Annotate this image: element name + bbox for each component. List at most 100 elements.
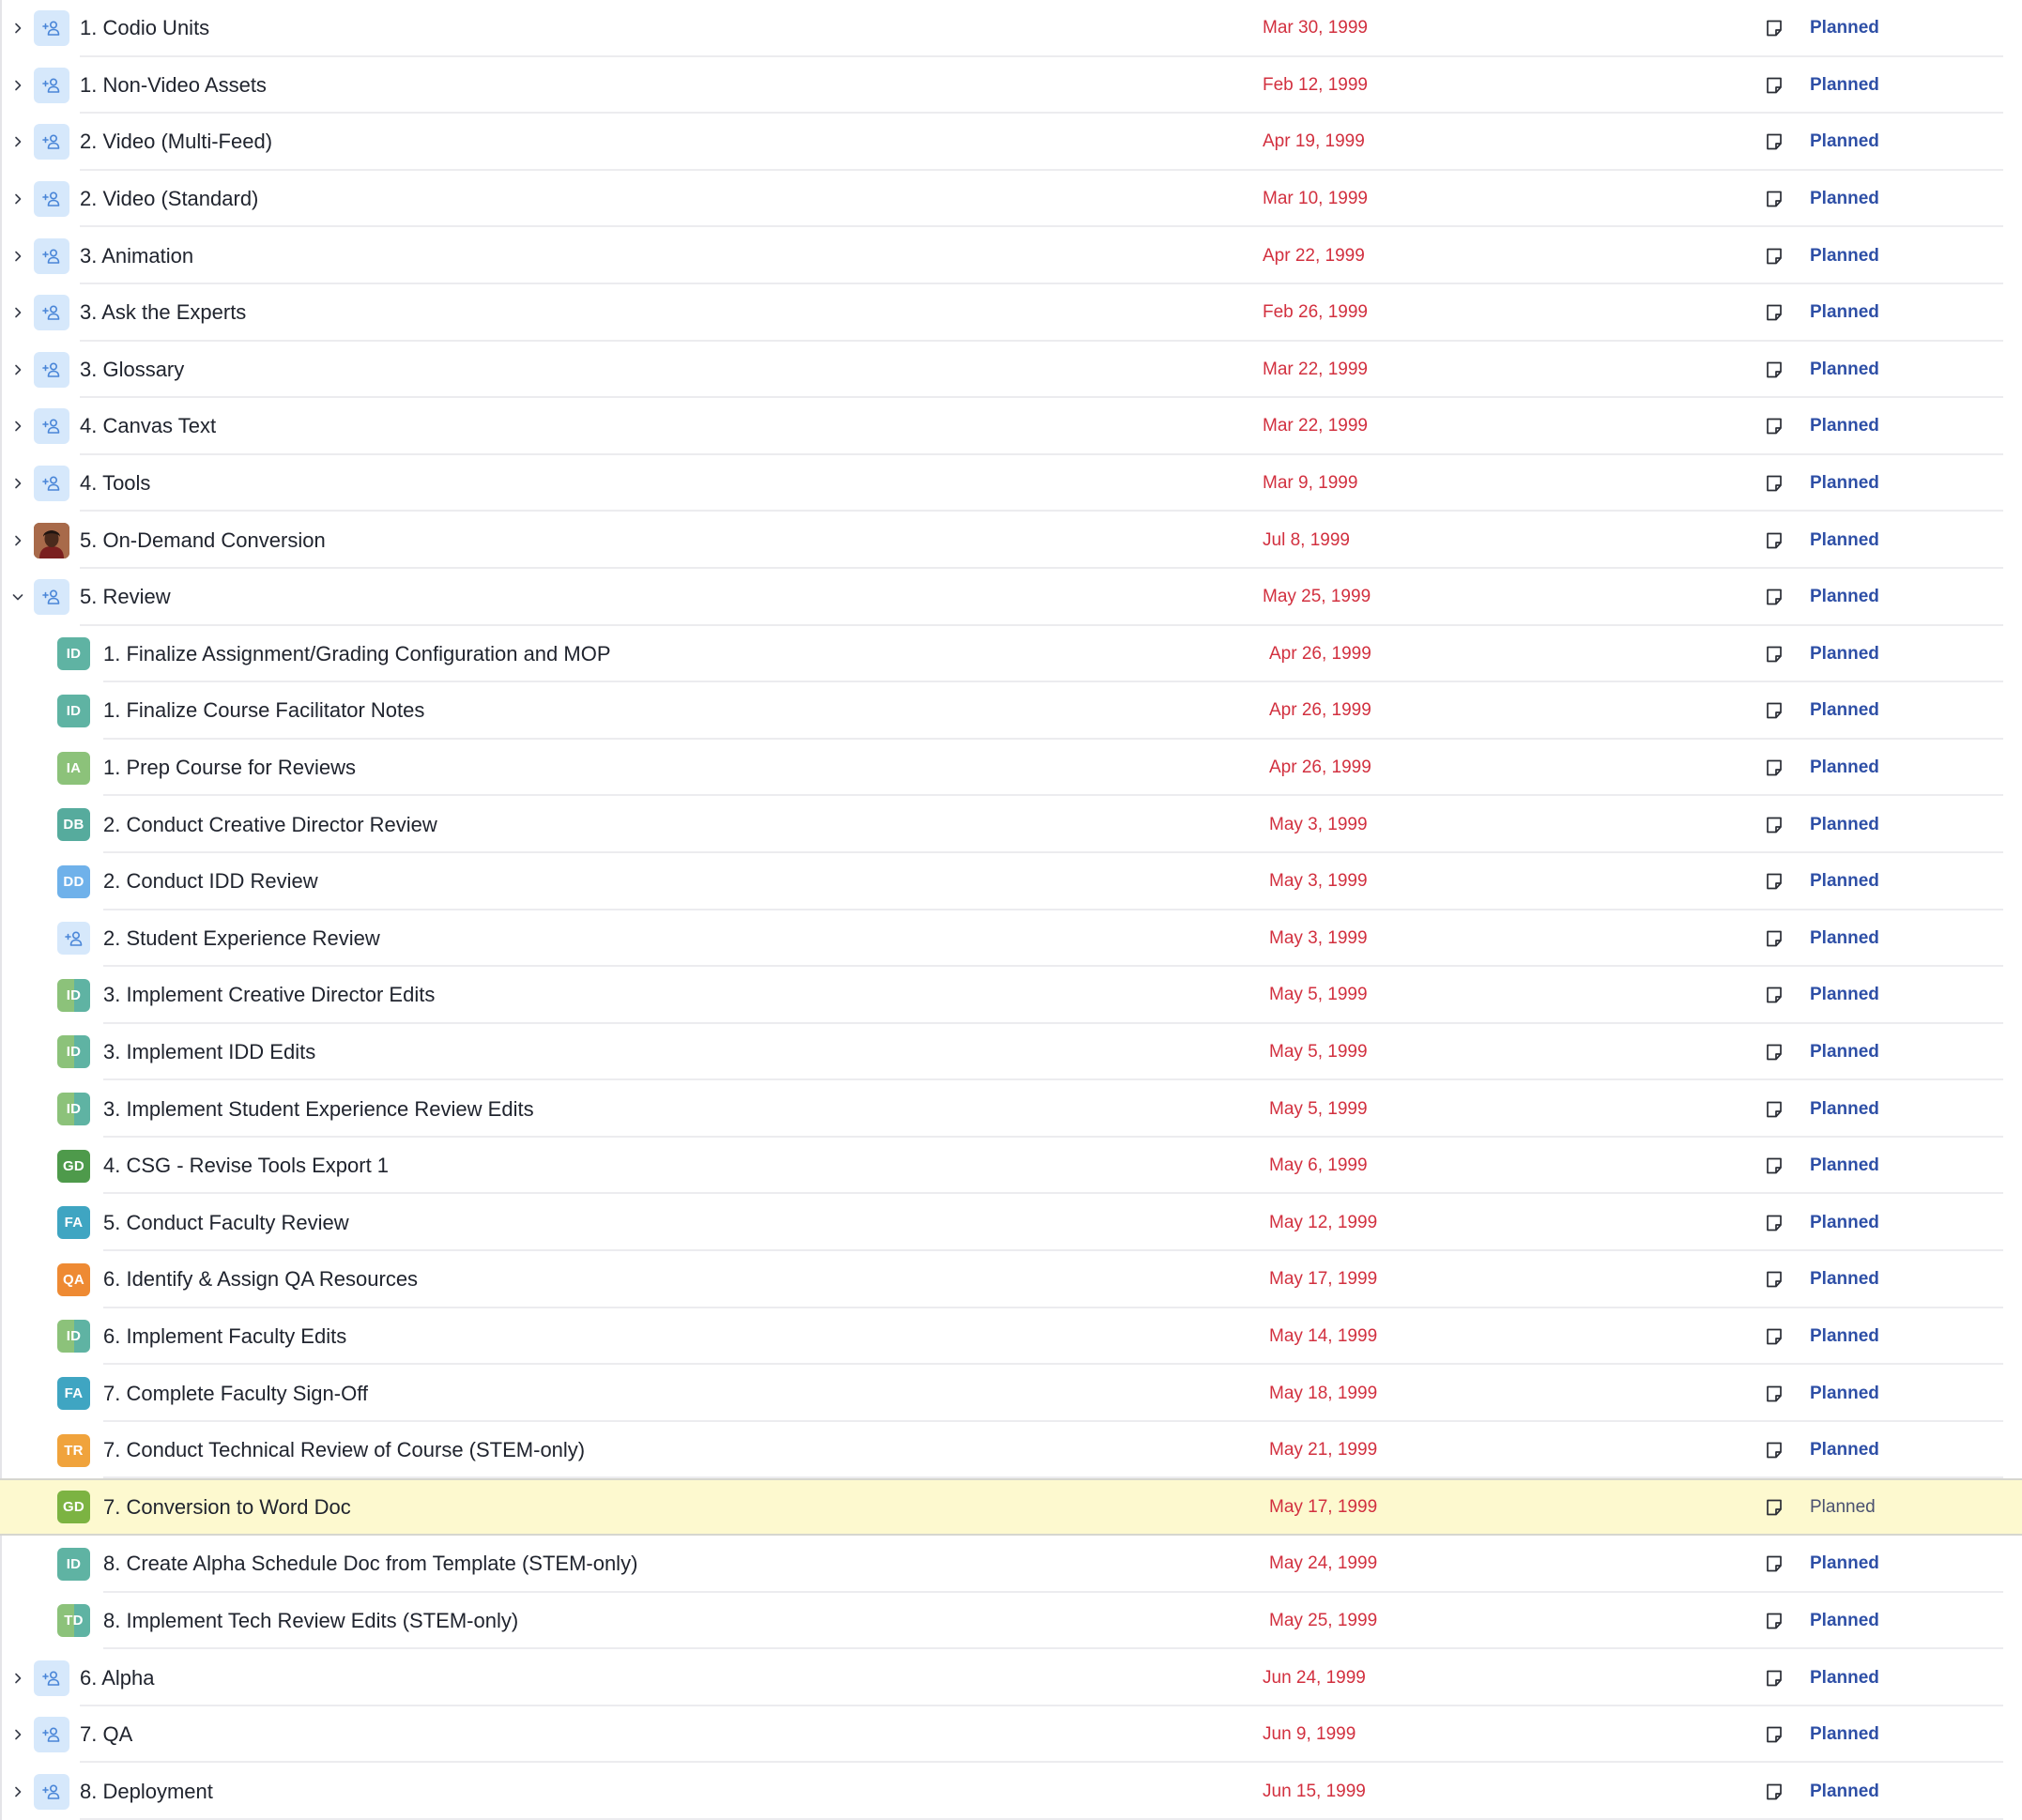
task-name[interactable]: 1. Non-Video Assets bbox=[80, 73, 267, 98]
due-date[interactable]: Apr 26, 1999 bbox=[1269, 700, 1371, 721]
task-row[interactable]: 5. On-Demand Conversion Jul 8, 1999 Planne… bbox=[0, 512, 2022, 569]
status-badge[interactable]: Planned bbox=[1810, 1724, 1879, 1745]
status-badge[interactable]: Planned bbox=[1810, 871, 1879, 892]
due-date[interactable]: Jul 8, 1999 bbox=[1263, 530, 1350, 551]
subtask-row[interactable]: ID 3. Implement Student Experience Review… bbox=[0, 1080, 2022, 1138]
status-badge[interactable]: Planned bbox=[1810, 644, 1879, 665]
avatar-group[interactable]: ID bbox=[57, 1320, 90, 1354]
status-badge[interactable]: Planned bbox=[1810, 1611, 1879, 1631]
subtask-row[interactable]: TD 8. Implement Tech Review Edits (STEM-o… bbox=[0, 1593, 2022, 1650]
note-icon[interactable] bbox=[1763, 757, 1785, 779]
note-icon[interactable] bbox=[1763, 17, 1785, 39]
status-badge[interactable]: Planned bbox=[1810, 757, 1879, 778]
task-name[interactable]: 1. Codio Units bbox=[80, 16, 209, 40]
note-icon[interactable] bbox=[1763, 1439, 1785, 1461]
subtask-row[interactable]: QA 6. Identify & Assign QA Resources May 1… bbox=[0, 1251, 2022, 1308]
note-icon[interactable] bbox=[1763, 359, 1785, 381]
task-name[interactable]: 3. Glossary bbox=[80, 358, 184, 382]
task-name[interactable]: 7. Complete Faculty Sign-Off bbox=[103, 1382, 368, 1406]
note-icon[interactable] bbox=[1763, 1325, 1785, 1348]
due-date[interactable]: Apr 26, 1999 bbox=[1269, 644, 1371, 665]
chevron-down-icon[interactable] bbox=[10, 589, 25, 604]
note-icon[interactable] bbox=[1763, 586, 1785, 608]
task-name[interactable]: 4. CSG - Revise Tools Export 1 bbox=[103, 1154, 389, 1178]
task-name[interactable]: 2. Video (Multi-Feed) bbox=[80, 130, 272, 154]
task-name[interactable]: 6. Implement Faculty Edits bbox=[103, 1324, 346, 1349]
due-date[interactable]: May 17, 1999 bbox=[1269, 1269, 1377, 1290]
status-badge[interactable]: Planned bbox=[1810, 1155, 1879, 1176]
task-name[interactable]: 7. Conversion to Word Doc bbox=[103, 1495, 351, 1520]
status-badge[interactable]: Planned bbox=[1810, 18, 1879, 38]
note-icon[interactable] bbox=[1763, 188, 1785, 210]
chevron-right-icon[interactable] bbox=[10, 21, 25, 36]
due-date[interactable]: Apr 22, 1999 bbox=[1263, 246, 1365, 267]
subtask-row[interactable]: FA 5. Conduct Faculty Review May 12, 1999 P… bbox=[0, 1194, 2022, 1251]
avatar[interactable]: ID bbox=[57, 637, 90, 671]
avatar[interactable]: GD bbox=[57, 1149, 90, 1183]
subtask-row[interactable]: ID 6. Implement Faculty Edits May 14, 1999… bbox=[0, 1308, 2022, 1366]
add-user-icon[interactable] bbox=[34, 67, 69, 103]
task-name[interactable]: 5. On-Demand Conversion bbox=[80, 528, 326, 553]
due-date[interactable]: May 3, 1999 bbox=[1269, 815, 1368, 835]
task-row[interactable]: 5. Review May 25, 1999 Planned bbox=[0, 569, 2022, 626]
subtask-row[interactable]: IA 1. Prep Course for Reviews Apr 26, 1999… bbox=[0, 740, 2022, 797]
due-date[interactable]: Mar 22, 1999 bbox=[1263, 359, 1368, 380]
task-name[interactable]: 3. Implement Student Experience Review E… bbox=[103, 1097, 534, 1122]
note-icon[interactable] bbox=[1763, 1155, 1785, 1177]
avatar[interactable]: DB bbox=[57, 808, 90, 842]
status-badge[interactable]: Planned bbox=[1810, 302, 1879, 323]
status-badge[interactable]: Planned bbox=[1810, 587, 1879, 607]
status-badge[interactable]: Planned bbox=[1810, 359, 1879, 380]
due-date[interactable]: Apr 19, 1999 bbox=[1263, 131, 1365, 152]
subtask-row[interactable]: 2. Student Experience Review May 3, 1999 P… bbox=[0, 910, 2022, 968]
task-row[interactable]: 2. Video (Multi-Feed) Apr 19, 1999 Planned bbox=[0, 114, 2022, 171]
note-icon[interactable] bbox=[1763, 1667, 1785, 1690]
note-icon[interactable] bbox=[1763, 927, 1785, 950]
task-name[interactable]: 8. Deployment bbox=[80, 1780, 213, 1804]
due-date[interactable]: Feb 12, 1999 bbox=[1263, 75, 1368, 96]
avatar-group[interactable]: ID bbox=[57, 978, 90, 1012]
add-user-icon[interactable] bbox=[34, 124, 69, 161]
subtask-row[interactable]: ID 3. Implement Creative Director Edits Ma… bbox=[0, 967, 2022, 1024]
note-icon[interactable] bbox=[1763, 74, 1785, 97]
due-date[interactable]: May 5, 1999 bbox=[1269, 1042, 1368, 1063]
due-date[interactable]: May 3, 1999 bbox=[1269, 871, 1368, 892]
avatar-group[interactable]: ID bbox=[57, 1035, 90, 1069]
status-badge[interactable]: Planned bbox=[1810, 1326, 1879, 1347]
task-row[interactable]: 3. Ask the Experts Feb 26, 1999 Planned bbox=[0, 284, 2022, 342]
status-badge[interactable]: Planned bbox=[1810, 75, 1879, 96]
subtask-row[interactable]: TR 7. Conduct Technical Review of Course … bbox=[0, 1422, 2022, 1479]
note-icon[interactable] bbox=[1763, 870, 1785, 893]
due-date[interactable]: Jun 9, 1999 bbox=[1263, 1724, 1356, 1745]
subtask-row[interactable]: ID 1. Finalize Assignment/Grading Configu… bbox=[0, 626, 2022, 683]
avatar[interactable]: ID bbox=[57, 694, 90, 727]
avatar[interactable]: ID bbox=[57, 1547, 90, 1581]
chevron-right-icon[interactable] bbox=[10, 533, 25, 548]
add-user-icon[interactable] bbox=[34, 351, 69, 388]
task-row[interactable]: 1. Codio Units Mar 30, 1999 Planned bbox=[0, 0, 2022, 57]
task-name[interactable]: 7. QA bbox=[80, 1722, 132, 1747]
task-name[interactable]: 6. Alpha bbox=[80, 1666, 155, 1690]
avatar[interactable]: DD bbox=[57, 864, 90, 898]
add-user-icon[interactable] bbox=[57, 922, 90, 956]
task-name[interactable]: 1. Finalize Assignment/Grading Configura… bbox=[103, 642, 611, 666]
subtask-row[interactable]: GD 7. Conversion to Word Doc May 17, 1999 P… bbox=[0, 1478, 2022, 1537]
chevron-right-icon[interactable] bbox=[10, 1727, 25, 1742]
task-row[interactable]: 1. Non-Video Assets Feb 12, 1999 Planned bbox=[0, 57, 2022, 115]
note-icon[interactable] bbox=[1763, 643, 1785, 665]
add-user-icon[interactable] bbox=[34, 1717, 69, 1753]
due-date[interactable]: May 25, 1999 bbox=[1269, 1611, 1377, 1631]
task-name[interactable]: 6. Identify & Assign QA Resources bbox=[103, 1267, 418, 1292]
status-badge[interactable]: Planned bbox=[1810, 1384, 1879, 1404]
due-date[interactable]: May 21, 1999 bbox=[1269, 1440, 1377, 1461]
status-badge[interactable]: Planned bbox=[1810, 1553, 1879, 1574]
subtask-row[interactable]: ID 1. Finalize Course Facilitator Notes Ap… bbox=[0, 682, 2022, 740]
status-badge[interactable]: Planned bbox=[1810, 700, 1879, 721]
avatar[interactable]: FA bbox=[57, 1377, 90, 1411]
due-date[interactable]: May 24, 1999 bbox=[1269, 1553, 1377, 1574]
status-badge[interactable]: Planned bbox=[1810, 189, 1879, 209]
add-user-icon[interactable] bbox=[34, 181, 69, 218]
status-badge[interactable]: Planned bbox=[1810, 246, 1879, 267]
subtask-row[interactable]: FA 7. Complete Faculty Sign-Off May 18, 19… bbox=[0, 1365, 2022, 1422]
note-icon[interactable] bbox=[1763, 529, 1785, 552]
